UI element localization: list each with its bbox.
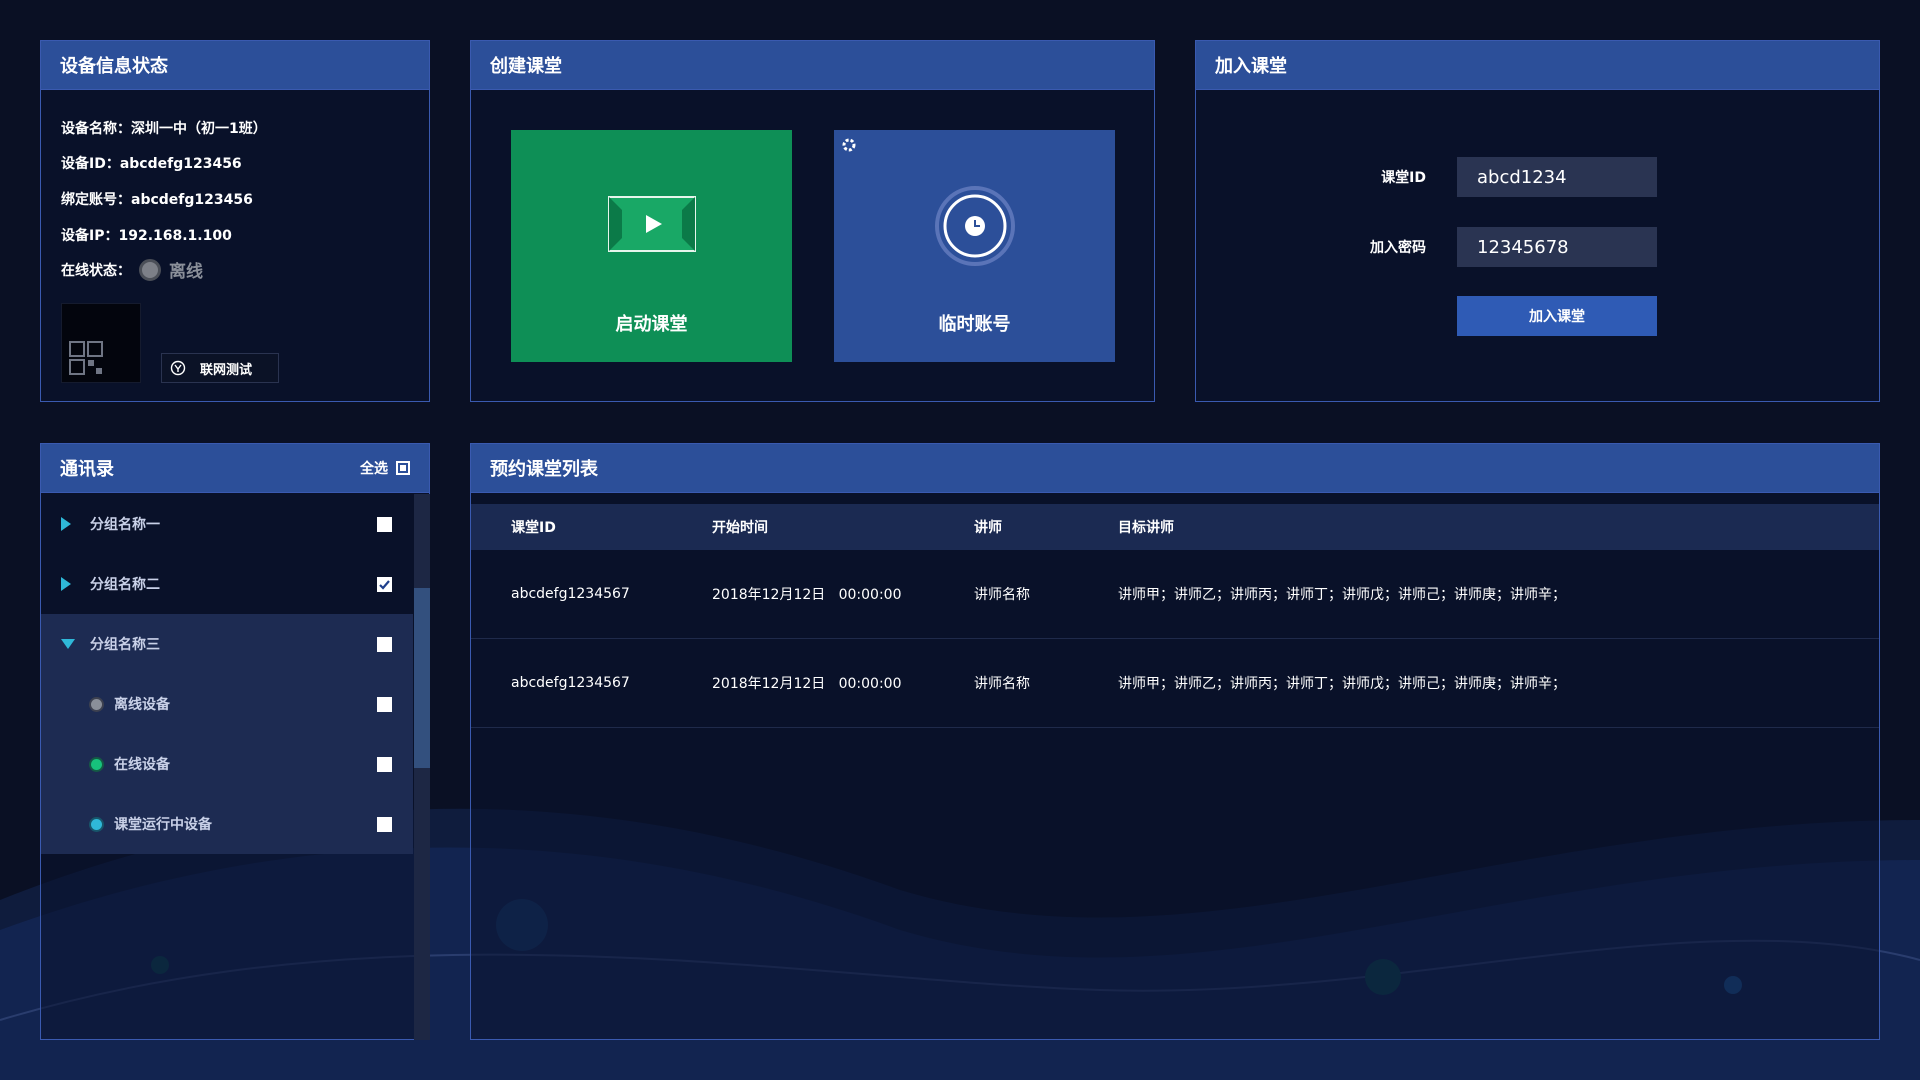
device-ip: 设备IP：192.168.1.100 (61, 228, 232, 244)
network-test-label: 联网测试 (200, 362, 253, 378)
contacts-tree: 分组名称一 分组名称二 分组名称三 离线设备 在线设备 课堂运行中设备 (41, 494, 413, 854)
header-lecturer: 讲师 (974, 520, 1002, 536)
cell-classroom-id: abcdefg1234567 (511, 586, 630, 602)
group-checkbox-checked[interactable] (377, 576, 392, 592)
table-row[interactable]: abcdefg1234567 2018年12月12日 00:00:00 讲师名称… (471, 639, 1879, 728)
device-label: 在线设备 (114, 757, 170, 773)
classroom-id-input[interactable] (1457, 157, 1657, 197)
contacts-scrollbar-thumb[interactable] (414, 588, 430, 768)
device-info-panel: 设备信息状态 设备名称：深圳一中（初一1班） 设备ID：abcdefg12345… (40, 40, 430, 402)
device-name: 设备名称：深圳一中（初一1班） (61, 121, 267, 137)
start-classroom-label: 启动课堂 (615, 314, 688, 335)
device-row[interactable]: 课堂运行中设备 (41, 794, 413, 854)
table-row[interactable]: abcdefg1234567 2018年12月12日 00:00:00 讲师名称… (471, 550, 1879, 639)
device-checkbox[interactable] (377, 816, 392, 832)
temporary-account-tile[interactable]: 临时账号 (834, 130, 1115, 362)
device-id: 设备ID：abcdefg123456 (61, 156, 242, 172)
gear-icon[interactable] (840, 136, 858, 154)
caret-right-icon[interactable] (61, 517, 71, 531)
schedule-table: 课堂ID 开始时间 讲师 目标讲师 abcdefg1234567 2018年12… (471, 504, 1879, 728)
table-header: 课堂ID 开始时间 讲师 目标讲师 (471, 504, 1879, 550)
join-classroom-panel: 加入课堂 课堂ID 加入密码 加入课堂 (1195, 40, 1880, 402)
network-icon (170, 360, 186, 376)
group-checkbox[interactable] (377, 636, 392, 652)
join-panel-title: 加入课堂 (1196, 41, 1879, 90)
header-classroom-id: 课堂ID (511, 520, 556, 536)
create-panel-title: 创建课堂 (471, 41, 1154, 90)
contacts-panel: 通讯录 全选 分组名称一 分组名称二 分组名称三 离线设备 在线设备 课堂运行中… (40, 443, 430, 1040)
cell-lecturer: 讲师名称 (974, 587, 1030, 603)
temporary-account-label: 临时账号 (938, 314, 1011, 335)
caret-right-icon[interactable] (61, 577, 71, 591)
cell-start-time: 2018年12月12日 00:00:00 (712, 676, 902, 692)
cell-target-lecturers: 讲师甲；讲师乙；讲师丙；讲师丁；讲师戊；讲师己；讲师庚；讲师辛； (1118, 587, 1566, 603)
select-all-toggle[interactable]: 全选 (360, 458, 410, 478)
cell-classroom-id: abcdefg1234567 (511, 675, 630, 691)
group-label: 分组名称一 (90, 517, 160, 533)
video-play-icon (607, 196, 696, 252)
qr-code (61, 303, 141, 383)
classroom-id-label: 课堂ID (1381, 170, 1426, 186)
cell-lecturer: 讲师名称 (974, 676, 1030, 692)
contacts-panel-header: 通讯录 全选 (41, 444, 429, 493)
cell-target-lecturers: 讲师甲；讲师乙；讲师丙；讲师丁；讲师戊；讲师己；讲师庚；讲师辛； (1118, 676, 1566, 692)
start-classroom-tile[interactable]: 启动课堂 (511, 130, 792, 362)
bound-account: 绑定账号：abcdefg123456 (61, 192, 253, 208)
offline-status-icon (139, 258, 161, 281)
group-label: 分组名称二 (90, 577, 160, 593)
running-dot-icon (91, 818, 102, 830)
create-classroom-panel: 创建课堂 启动课堂 临时账号 (470, 40, 1155, 402)
group-row[interactable]: 分组名称二 (41, 554, 413, 614)
online-dot-icon (91, 758, 102, 770)
header-start-time: 开始时间 (712, 520, 768, 536)
select-all-label: 全选 (360, 461, 388, 477)
cell-start-time: 2018年12月12日 00:00:00 (712, 587, 902, 603)
join-classroom-button[interactable]: 加入课堂 (1457, 296, 1657, 336)
group-label: 分组名称三 (90, 637, 160, 653)
online-status-value: 离线 (169, 262, 203, 282)
device-label: 课堂运行中设备 (114, 817, 212, 833)
scheduled-classroom-panel: 预约课堂列表 课堂ID 开始时间 讲师 目标讲师 abcdefg1234567 … (470, 443, 1880, 1040)
device-row[interactable]: 在线设备 (41, 734, 413, 794)
online-status: 在线状态： 离线 (61, 257, 203, 282)
online-status-label: 在线状态： (61, 262, 131, 279)
device-panel-title: 设备信息状态 (41, 41, 429, 90)
select-all-checkbox[interactable] (396, 461, 410, 475)
device-checkbox[interactable] (377, 696, 392, 712)
clock-icon (934, 186, 1015, 266)
offline-dot-icon (91, 698, 102, 710)
device-label: 离线设备 (114, 697, 170, 713)
device-checkbox[interactable] (377, 756, 392, 772)
group-row[interactable]: 分组名称一 (41, 494, 413, 554)
checkmark-icon (379, 579, 390, 590)
contacts-panel-title: 通讯录 (60, 459, 114, 480)
join-password-input[interactable] (1457, 227, 1657, 267)
header-target-lecturers: 目标讲师 (1118, 520, 1174, 536)
qr-code-icon (69, 341, 103, 375)
join-password-label: 加入密码 (1370, 240, 1426, 256)
group-checkbox[interactable] (377, 516, 392, 532)
caret-down-icon[interactable] (61, 639, 75, 649)
group-row-expanded[interactable]: 分组名称三 (41, 614, 413, 674)
network-test-button[interactable]: 联网测试 (161, 353, 279, 383)
device-row[interactable]: 离线设备 (41, 674, 413, 734)
schedule-panel-title: 预约课堂列表 (471, 444, 1879, 493)
